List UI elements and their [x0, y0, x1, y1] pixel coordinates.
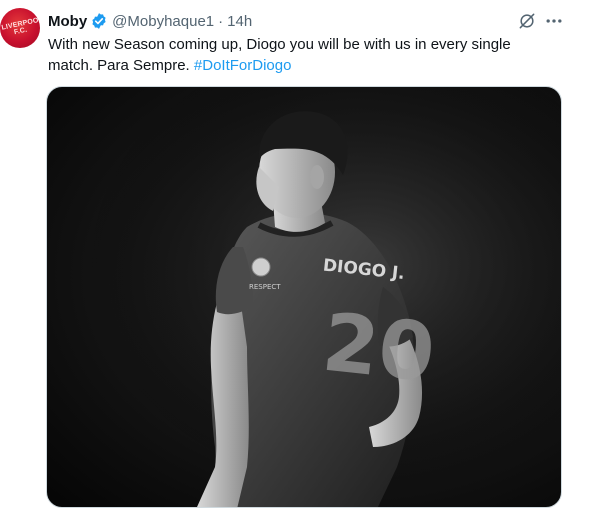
tweet-header: Moby @Mobyhaque1 · 14h: [48, 10, 252, 32]
tweet-media-photo[interactable]: RESPECT DIOGO J. 20: [46, 86, 562, 508]
separator-dot: ·: [218, 12, 224, 30]
author-display-name[interactable]: Moby: [48, 13, 87, 30]
verified-badge-icon: [92, 13, 106, 29]
grok-icon[interactable]: [517, 11, 537, 31]
tweet-text-line2-body: match. Para Sempre.: [48, 57, 190, 74]
tweet-text-line1: With new Season coming up, Diogo you wil…: [48, 36, 511, 53]
shirt-number-text: 20: [318, 296, 438, 400]
sleeve-text: RESPECT: [249, 283, 281, 291]
player-photo: RESPECT DIOGO J. 20: [47, 87, 561, 507]
author-avatar[interactable]: LIVERPOOL F.C.: [0, 8, 40, 48]
more-options-icon[interactable]: [544, 11, 564, 31]
tweet-text: With new Season coming up, Diogo you wil…: [48, 34, 548, 76]
author-handle[interactable]: @Mobyhaque1: [112, 13, 214, 30]
tweet-text-line2: match. Para Sempre. #DoItForDiogo: [48, 55, 548, 76]
hashtag-link[interactable]: #DoItForDiogo: [194, 57, 292, 74]
tweet-timestamp[interactable]: 14h: [227, 13, 252, 30]
avatar-text: LIVERPOOL F.C.: [0, 16, 40, 37]
